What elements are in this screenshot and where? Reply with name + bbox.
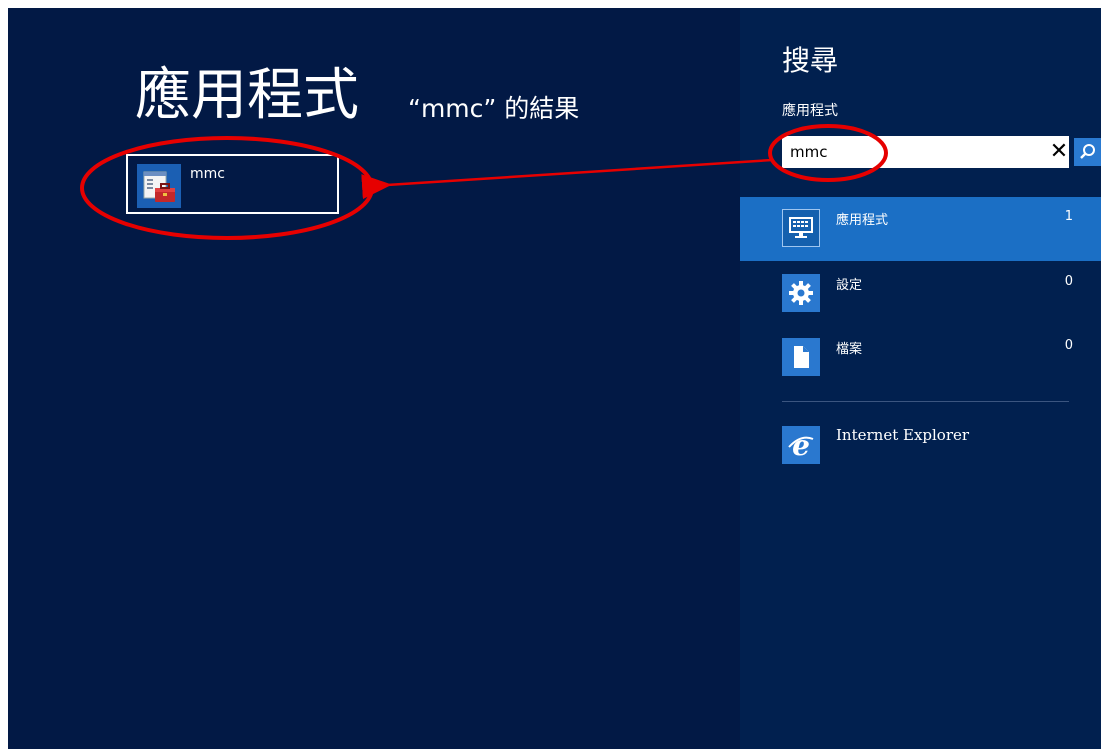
category-count: 0 [1064, 338, 1073, 353]
toolbox-console-icon [137, 164, 181, 208]
category-label: 設定 [836, 278, 863, 293]
divider [782, 401, 1069, 402]
search-input[interactable] [782, 136, 1002, 168]
svg-text:e: e [792, 430, 810, 460]
charm-title: 搜尋 [782, 44, 839, 77]
category-settings[interactable]: 設定 0 [740, 262, 1101, 326]
start-screen: 應用程式 “mmc” 的結果 mmc 搜尋 應用程式 ✕ [8, 8, 1101, 749]
search-icon [1080, 144, 1095, 159]
category-label: 檔案 [836, 342, 863, 357]
document-icon [782, 338, 820, 376]
internet-explorer-icon: e [782, 426, 820, 464]
category-count: 1 [1064, 209, 1073, 224]
close-icon[interactable]: ✕ [1048, 140, 1070, 164]
keyboard-monitor-icon [782, 209, 820, 247]
app-internet-explorer[interactable]: e Internet Explorer [740, 420, 1101, 476]
category-files[interactable]: 檔案 0 [740, 326, 1101, 390]
category-count: 0 [1064, 274, 1073, 289]
gear-icon [782, 274, 820, 312]
app-label: Internet Explorer [836, 426, 970, 444]
results-query-label: “mmc” 的結果 [408, 94, 580, 123]
search-charm: 搜尋 應用程式 ✕ [740, 8, 1101, 749]
search-scope-label: 應用程式 [782, 103, 838, 119]
results-title: 應用程式 [135, 63, 359, 128]
category-apps[interactable]: 應用程式 1 [740, 197, 1101, 261]
search-button[interactable] [1074, 138, 1101, 166]
search-box: ✕ [782, 136, 1101, 168]
result-tile-label: mmc [190, 166, 225, 182]
category-label: 應用程式 [836, 213, 889, 228]
result-tile-mmc[interactable]: mmc [126, 154, 339, 214]
